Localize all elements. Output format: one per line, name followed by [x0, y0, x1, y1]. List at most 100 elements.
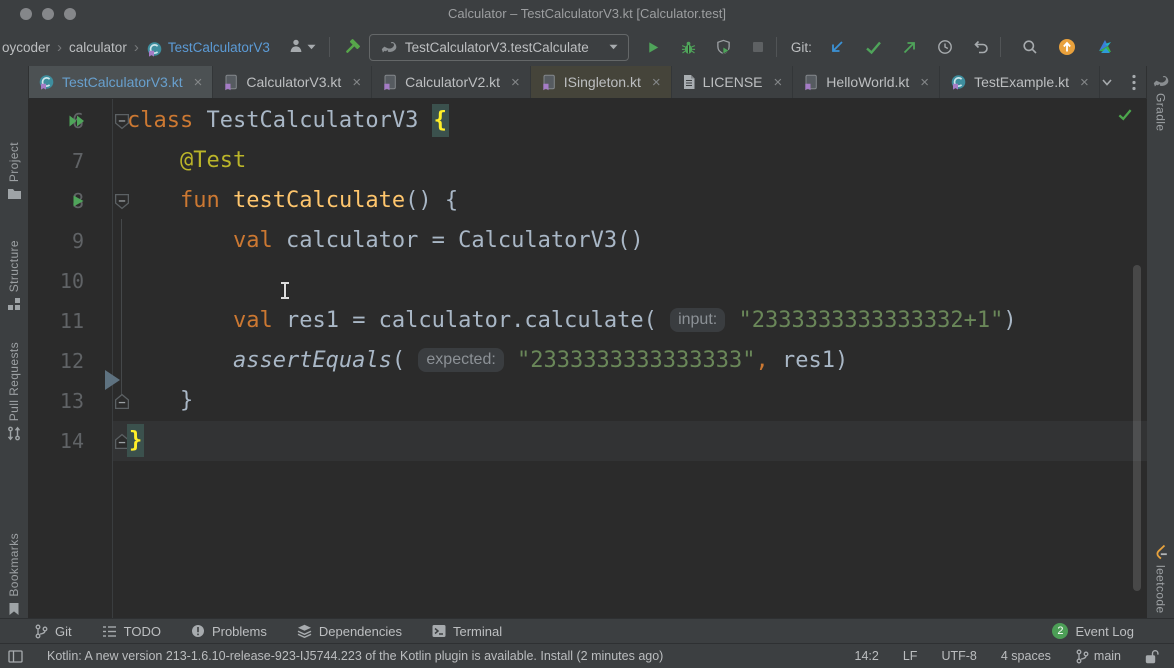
line-number[interactable]: 14	[28, 421, 84, 461]
kotlin-file-icon	[803, 74, 819, 91]
event-log-button[interactable]: 2 Event Log	[1052, 623, 1174, 639]
tab-label: CalculatorV2.kt	[405, 74, 500, 90]
line-separator-widget[interactable]: LF	[903, 649, 918, 663]
code-line-9[interactable]: 9 val calculator = CalculatorV3()	[28, 221, 1147, 261]
inspections-ok-icon[interactable]	[1117, 108, 1133, 126]
run-button[interactable]	[643, 37, 664, 58]
tab-calculatorv2-kt[interactable]: CalculatorV2.kt ×	[372, 66, 531, 98]
code-text: @Test	[127, 141, 246, 181]
code-line-10[interactable]: 10	[28, 261, 1147, 301]
encoding-widget[interactable]: UTF-8	[941, 649, 976, 663]
dependencies-icon	[297, 624, 312, 638]
tab-overflow-chevron-icon[interactable]	[1100, 75, 1114, 89]
git-branch-icon	[34, 624, 48, 639]
code-text: assertEquals( expected: "233333333333333…	[127, 341, 848, 381]
ide-update-button[interactable]	[1055, 35, 1079, 59]
toolwindow-button-terminal[interactable]: Terminal	[432, 624, 502, 639]
todo-list-icon	[102, 625, 117, 638]
run-configuration-select[interactable]: TestCalculatorV3.testCalculate	[369, 34, 629, 61]
terminal-icon	[432, 624, 446, 638]
tab-label: LICENSE	[703, 74, 763, 90]
code-text: fun testCalculate() {	[127, 181, 458, 221]
run-gutter-icon[interactable]	[72, 194, 85, 208]
line-number[interactable]: 9	[28, 221, 84, 261]
tab-testcalculatorv3-kt[interactable]: TestCalculatorV3.kt ×	[28, 66, 213, 98]
tab-calculatorv3-kt[interactable]: CalculatorV3.kt×	[213, 66, 372, 98]
toolbar-divider	[329, 37, 330, 57]
code-line-14[interactable]: 14}	[28, 421, 1147, 461]
debug-button[interactable]	[678, 37, 699, 58]
lock-widget[interactable]	[1145, 649, 1160, 664]
breadcrumb-item[interactable]: calculator	[69, 40, 127, 55]
toolwindow-button-dependencies[interactable]: Dependencies	[297, 624, 402, 639]
folder-icon	[7, 187, 22, 200]
line-number[interactable]: 13	[28, 381, 84, 421]
stripe-item-leetcode[interactable]: leetcode	[1147, 544, 1174, 614]
close-icon[interactable]: ×	[194, 75, 203, 90]
toolwindow-button-git[interactable]: Git	[34, 624, 72, 639]
status-message[interactable]: Kotlin: A new version 213-1.6.10-release…	[47, 649, 663, 663]
stripe-item-bookmarks[interactable]: Bookmarks	[0, 533, 28, 616]
toolwindow-button-todo[interactable]: TODO	[102, 624, 161, 639]
toolwindow-button-problems[interactable]: Problems	[191, 624, 267, 639]
status-bar: Kotlin: A new version 213-1.6.10-release…	[0, 643, 1174, 668]
tab-license[interactable]: LICENSE ×	[672, 66, 794, 98]
line-number[interactable]: 7	[28, 141, 84, 181]
code-line-12[interactable]: 12 assertEquals( expected: "233333333333…	[28, 341, 1147, 381]
caret-position-widget[interactable]: 14:2	[855, 649, 879, 663]
toolwindow-button-label: Terminal	[453, 624, 502, 639]
git-branch-widget[interactable]: main	[1075, 649, 1121, 664]
tab-isingleton-kt[interactable]: ISingleton.kt ×	[531, 66, 672, 98]
run-with-coverage-button[interactable]	[713, 36, 734, 58]
editor-scrollbar[interactable]	[1133, 265, 1141, 591]
toolwindow-toggle-icon[interactable]	[8, 650, 23, 663]
close-icon[interactable]: ×	[920, 75, 929, 90]
line-number[interactable]: 10	[28, 261, 84, 301]
tab-testexample-kt[interactable]: TestExample.kt×	[940, 66, 1100, 98]
run-all-gutter-icon[interactable]	[68, 114, 86, 128]
stripe-item-label: Project	[7, 142, 21, 182]
tab-helloworld-kt[interactable]: HelloWorld.kt×	[793, 66, 940, 98]
code-line-7[interactable]: 7 @Test	[28, 141, 1147, 181]
rollback-button[interactable]	[970, 37, 992, 58]
git-commit-button[interactable]	[862, 37, 885, 58]
tool-window-bar: Git TODO Problems Dependencies Terminal 2 Ev…	[0, 618, 1174, 643]
editor-tab-bar: TestCalculatorV3.kt×CalculatorV3.kt×Calc…	[28, 66, 1147, 99]
code-line-8[interactable]: 8 fun testCalculate() {	[28, 181, 1147, 221]
stripe-item-structure[interactable]: Structure	[0, 240, 28, 311]
git-push-button[interactable]	[899, 37, 920, 58]
line-number[interactable]: 11	[28, 301, 84, 341]
close-icon[interactable]: ×	[652, 75, 661, 90]
stripe-item-pull-requests[interactable]: Pull Requests	[0, 342, 28, 441]
build-hammer-button[interactable]	[340, 36, 363, 59]
search-everywhere-button[interactable]	[1019, 36, 1041, 58]
code-text: class TestCalculatorV3 {	[127, 101, 449, 141]
stripe-item-label: Gradle	[1154, 93, 1168, 131]
close-icon[interactable]: ×	[774, 75, 783, 90]
tab-label: TestCalculatorV3.kt	[62, 74, 183, 90]
pull-request-icon	[7, 426, 21, 441]
code-line-6[interactable]: 6class TestCalculatorV3 {	[28, 101, 1147, 141]
history-button[interactable]	[934, 36, 956, 58]
stripe-item-project[interactable]: Project	[0, 142, 28, 200]
code-with-me-button[interactable]	[1093, 35, 1117, 59]
stop-button[interactable]	[748, 37, 768, 57]
kotlin-file-icon	[382, 74, 398, 91]
code-line-13[interactable]: 13 }	[28, 381, 1147, 421]
close-icon[interactable]: ×	[511, 75, 520, 90]
tab-label: ISingleton.kt	[564, 74, 641, 90]
indent-widget[interactable]: 4 spaces	[1001, 649, 1051, 663]
code-editor[interactable]: 6class TestCalculatorV3 {7 @Test8 fun te…	[28, 99, 1147, 618]
tab-options-kebab-icon[interactable]	[1132, 74, 1136, 91]
stripe-item-gradle[interactable]: Gradle	[1147, 74, 1174, 131]
close-icon[interactable]: ×	[352, 75, 361, 90]
breadcrumb-item[interactable]: oycoder	[2, 40, 50, 55]
git-update-button[interactable]	[826, 36, 848, 58]
user-account-button[interactable]	[286, 35, 319, 59]
line-number[interactable]: 12	[28, 341, 84, 381]
stripe-item-label: Structure	[7, 240, 21, 292]
close-icon[interactable]: ×	[1080, 75, 1089, 90]
breadcrumb-item[interactable]: TestCalculatorV3	[168, 40, 270, 55]
breadcrumb-separator-icon: ›	[134, 39, 139, 56]
code-line-11[interactable]: 11 val res1 = calculator.calculate( inpu…	[28, 301, 1147, 341]
